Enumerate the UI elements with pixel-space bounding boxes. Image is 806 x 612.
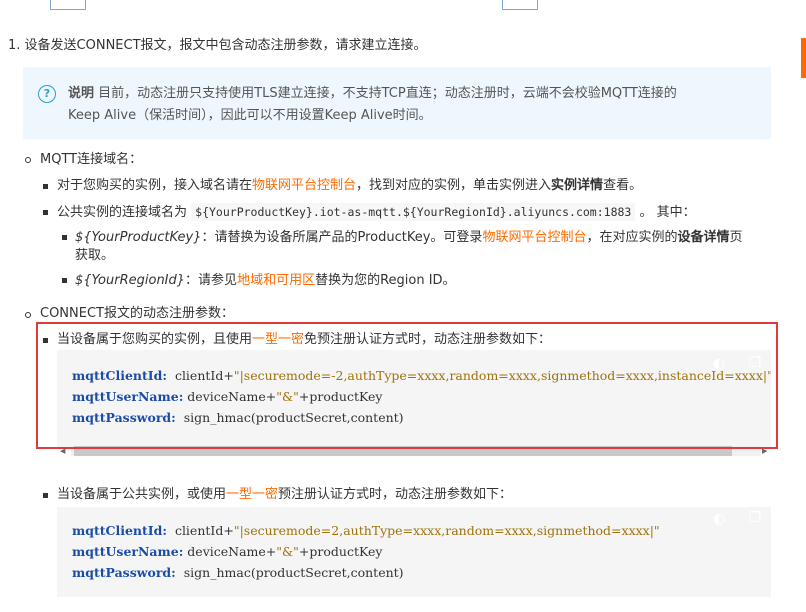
instance-detail-label: 实例详情 bbox=[551, 178, 604, 193]
step-text: 设备发送CONNECT报文，报文中包含动态注册参数，请求建立连接。 bbox=[24, 38, 427, 53]
code-value: deviceName+ bbox=[187, 544, 277, 559]
sub-item-productkey-line2: 获取。 bbox=[75, 248, 115, 263]
text: 对于您购买的实例，接入域名请在 bbox=[57, 178, 253, 193]
note-text: 说明 目前，动态注册只支持使用TLS建立连接，不支持TCP直连；动态注册时，云端… bbox=[68, 83, 748, 127]
code-key: mqttUserName: bbox=[72, 544, 184, 559]
copy-icon[interactable]: ❐ bbox=[747, 510, 763, 526]
var-productkey: ${YourProductKey} bbox=[75, 230, 202, 245]
bullet-square bbox=[62, 278, 67, 283]
one-type-one-secret-link-2[interactable]: 一型一密 bbox=[226, 487, 278, 502]
bullet-square bbox=[43, 493, 48, 498]
code-line: mqttPassword: sign_hmac(productSecret,co… bbox=[72, 564, 404, 582]
text: ：请替换为设备所属产品的ProductKey。可登录 bbox=[201, 230, 483, 245]
domain-item-purchased: 对于您购买的实例，接入域名请在物联网平台控制台，找到对应的实例，单击实例进入实例… bbox=[57, 177, 642, 195]
note-box: ? 说明 目前，动态注册只支持使用TLS建立连接，不支持TCP直连；动态注册时，… bbox=[23, 67, 771, 139]
mqtt-domain-title: MQTT连接域名： bbox=[40, 152, 143, 167]
domain-item-public: 公共实例的连接域名为 ${YourProductKey}.iot-as-mqtt… bbox=[57, 203, 696, 222]
sub-item-productkey: ${YourProductKey}：请替换为设备所属产品的ProductKey。… bbox=[75, 229, 743, 247]
code-value: +productKey bbox=[298, 544, 383, 559]
code-string: "&" bbox=[276, 544, 299, 559]
step-1: 1. 设备发送CONNECT报文，报文中包含动态注册参数，请求建立连接。 bbox=[8, 37, 427, 55]
wrap-toggle-icon[interactable]: ◐ bbox=[711, 511, 727, 527]
iot-console-link[interactable]: 物联网平台控制台 bbox=[252, 178, 356, 193]
code-block-public: mqttClientId: clientId+"|securemode=2,au… bbox=[57, 507, 771, 597]
note-label: 说明 bbox=[68, 86, 95, 101]
text: 。 其中： bbox=[639, 205, 696, 220]
text: 当设备属于公共实例，或使用 bbox=[57, 487, 227, 502]
text: 替换为您的Region ID。 bbox=[315, 273, 456, 288]
code-value: sign_hmac(productSecret,content) bbox=[183, 565, 404, 580]
text: ：请参见 bbox=[185, 273, 238, 288]
code-line: mqttUserName: deviceName+"&"+productKey bbox=[72, 543, 382, 561]
bullet-square bbox=[43, 184, 48, 189]
top-partial-box-left bbox=[50, 0, 86, 10]
step-number: 1. bbox=[8, 38, 21, 53]
page-scroll-marker[interactable] bbox=[801, 38, 806, 78]
bullet-circle bbox=[25, 312, 31, 318]
code-key: mqttClientId: bbox=[72, 523, 167, 538]
help-icon: ? bbox=[38, 85, 56, 103]
device-detail-label: 设备详情 bbox=[677, 230, 730, 245]
note-line-1: 目前，动态注册只支持使用TLS建立连接，不支持TCP直连；动态注册时，云端不会校… bbox=[98, 86, 677, 101]
note-line-2: Keep Alive（保活时间），因此可以不用设置Keep Alive时间。 bbox=[68, 108, 432, 123]
public-instance-desc: 当设备属于公共实例，或使用一型一密预注册认证方式时，动态注册参数如下： bbox=[57, 486, 512, 504]
bullet-square bbox=[43, 210, 48, 215]
code-key: mqttPassword: bbox=[72, 565, 176, 580]
code-string: "|securemode=2,authType=xxxx,random=xxxx… bbox=[233, 523, 660, 538]
code-value: clientId+ bbox=[174, 523, 234, 538]
public-endpoint-code: ${YourProductKey}.iot-as-mqtt.${YourRegi… bbox=[191, 203, 636, 221]
text: ，在对应实例的 bbox=[586, 230, 678, 245]
code-line: mqttClientId: clientId+"|securemode=2,au… bbox=[72, 522, 660, 540]
text: 公共实例的连接域名为 bbox=[57, 205, 188, 220]
connect-params-title: CONNECT报文的动态注册参数： bbox=[40, 306, 234, 321]
text: ，找到对应的实例，单击实例进入 bbox=[356, 178, 552, 193]
text: 预注册认证方式时，动态注册参数如下： bbox=[278, 487, 513, 502]
iot-console-link-2[interactable]: 物联网平台控制台 bbox=[482, 230, 586, 245]
text: 查看。 bbox=[603, 178, 643, 193]
var-regionid: ${YourRegionId} bbox=[75, 273, 186, 288]
bullet-circle bbox=[25, 157, 31, 163]
region-zone-link[interactable]: 地域和可用区 bbox=[237, 273, 315, 288]
highlight-frame bbox=[36, 322, 778, 449]
text: 页 bbox=[729, 230, 743, 245]
top-partial-box-right bbox=[502, 0, 538, 10]
sub-item-regionid: ${YourRegionId}：请参见地域和可用区替换为您的Region ID。 bbox=[75, 272, 456, 290]
bullet-square bbox=[62, 235, 67, 240]
